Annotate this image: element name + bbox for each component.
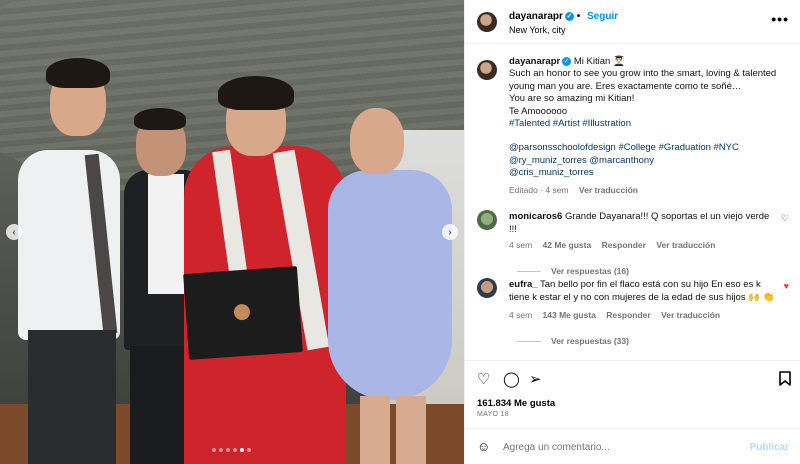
dot-separator: • — [576, 11, 581, 22]
translate-button[interactable]: Ver traducción — [656, 240, 715, 250]
diploma-seal — [233, 303, 251, 321]
caption-username[interactable]: dayanarapr — [509, 56, 560, 67]
comment: eufra_ Tan bello por fin el flaco está c… — [477, 278, 789, 346]
translate-button[interactable]: Ver traducción — [579, 185, 638, 195]
more-options-icon[interactable]: ••• — [771, 11, 789, 27]
carousel-next-button[interactable]: › — [442, 224, 458, 240]
caption-line: Te Amoooooo — [509, 105, 568, 117]
caption-mentions[interactable]: @ry_muniz_torres @marcanthony — [509, 155, 797, 167]
liked-comment-heart-icon[interactable]: ♥ — [784, 281, 789, 291]
caption-mentions[interactable]: @parsonsschoolofdesign #College #Graduat… — [509, 142, 797, 154]
post-date[interactable]: MAYO 18 — [477, 411, 509, 418]
comment-age: 4 sem — [509, 310, 533, 320]
verified-badge-icon: ✓ — [564, 11, 574, 21]
avatar[interactable] — [477, 210, 497, 230]
publish-button[interactable]: Publicar — [750, 442, 789, 453]
avatar[interactable] — [477, 12, 497, 32]
caption-meta: Editado · 4 sem — [509, 184, 569, 195]
view-replies-button[interactable]: Ver respuestas (16) — [517, 266, 789, 276]
carousel-dot — [212, 448, 216, 452]
carousel-indicator — [212, 448, 251, 452]
author-username[interactable]: dayanarapr — [509, 11, 563, 22]
comment-bubble-icon[interactable]: ◯ — [503, 371, 520, 389]
translate-button[interactable]: Ver traducción — [661, 310, 720, 320]
like-heart-icon[interactable]: ♡ — [477, 371, 490, 389]
comment-composer: ☺ Publicar — [465, 428, 800, 464]
carousel-dot — [247, 448, 251, 452]
caption-line: Such an honor to see you grow into the s… — [509, 68, 777, 80]
post-location[interactable]: New York, city — [509, 25, 566, 35]
reply-button[interactable]: Responder — [606, 310, 650, 320]
follow-button[interactable]: Seguir — [587, 11, 618, 22]
likes-count[interactable]: 161.834 Me gusta — [477, 398, 555, 409]
avatar[interactable] — [477, 60, 497, 80]
comment-text: Tan bello por fin el flaco está con su h… — [509, 279, 775, 303]
comment: monicaros6 Grande Dayanara!!! Q soportas… — [477, 210, 789, 276]
carousel-dot — [226, 448, 230, 452]
reply-button[interactable]: Responder — [602, 240, 646, 250]
carousel-dot — [240, 448, 244, 452]
person-blue-dress — [320, 96, 460, 464]
caption-mentions[interactable]: @cris_muniz_torres — [509, 167, 797, 179]
share-send-icon[interactable]: ➢ — [529, 371, 542, 389]
comment-username[interactable]: monicaros6 — [509, 211, 562, 222]
comment-input[interactable] — [503, 442, 743, 453]
post-photo[interactable]: ‹ › — [0, 0, 464, 464]
comment-likes[interactable]: 42 Me gusta — [543, 240, 592, 250]
caption-title: Mi Kitian 👨🏻‍🎓 — [573, 56, 625, 67]
carousel-dot — [219, 448, 223, 452]
comments-area[interactable]: dayanarapr ✓ Mi Kitian 👨🏻‍🎓 Such an honor… — [465, 52, 800, 360]
post-side-panel: dayanarapr ✓ • Seguir New York, city ••• … — [464, 0, 800, 464]
comment-username[interactable]: eufra_ — [509, 279, 538, 290]
caption-hashtags[interactable]: #Talented #Artist #Illustration — [509, 118, 797, 130]
emoji-smile-icon[interactable]: ☺ — [477, 439, 490, 454]
view-replies-button[interactable]: Ver respuestas (33) — [517, 336, 789, 346]
diploma-folder — [183, 266, 303, 360]
comment-likes[interactable]: 143 Me gusta — [543, 310, 596, 320]
caption: dayanarapr ✓ Mi Kitian 👨🏻‍🎓 Such an honor… — [477, 56, 797, 196]
chevron-right-icon: › — [448, 226, 452, 238]
avatar[interactable] — [477, 278, 497, 298]
post-header: dayanarapr ✓ • Seguir New York, city ••• — [465, 0, 800, 44]
comment-age: 4 sem — [509, 240, 533, 250]
save-bookmark-icon[interactable] — [779, 371, 791, 391]
carousel-dot — [233, 448, 237, 452]
carousel-prev-button[interactable]: ‹ — [6, 224, 22, 240]
verified-badge-icon: ✓ — [562, 56, 572, 66]
person-white-shirt — [10, 58, 128, 464]
caption-line: You are so amazing mi Kitian! — [509, 93, 635, 105]
caption-line: young man you are. Eres exactamente como… — [509, 80, 742, 92]
like-comment-heart-icon[interactable]: ♡ — [781, 213, 789, 224]
chevron-left-icon: ‹ — [12, 226, 16, 238]
